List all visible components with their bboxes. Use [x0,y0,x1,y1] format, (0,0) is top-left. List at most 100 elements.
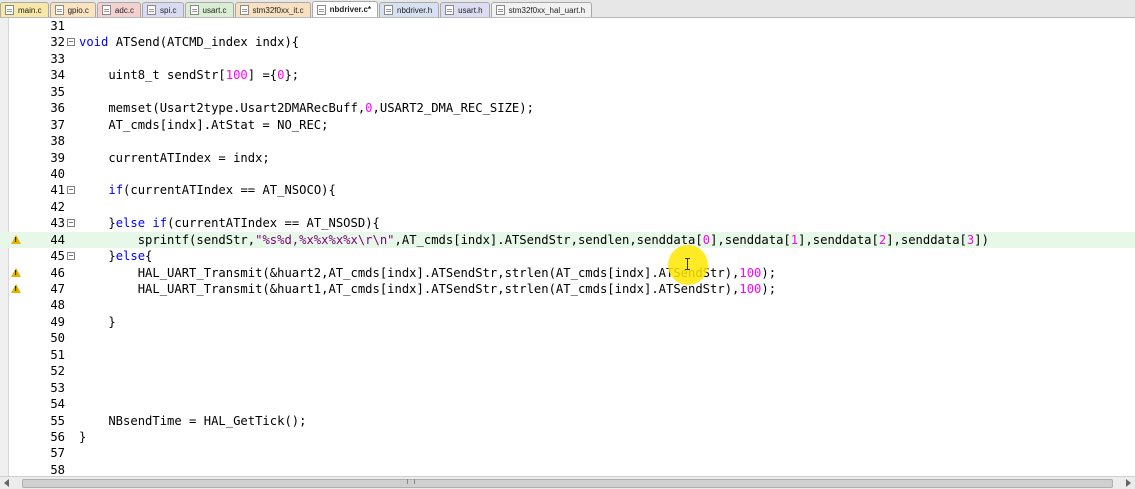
editor-tab[interactable]: spi.c [142,2,184,17]
line-number: 52 [50,364,65,379]
code-text: AT_cmds[indx].AtStat = NO_REC; [79,117,329,132]
editor-tab[interactable]: adc.c [96,2,142,17]
code-text: memset(Usart2type.Usart2DMARecBuff,0,USA… [79,101,534,116]
code-line[interactable]: 54 [0,396,1135,412]
code-line[interactable]: 39 currentATIndex = indx; [0,150,1135,166]
code-line[interactable]: 31 [0,18,1135,34]
code-line[interactable]: 32− void ATSend(ATCMD_index indx){ [0,34,1135,50]
code-line[interactable]: 55 NBsendTime = HAL_GetTick(); [0,413,1135,429]
horizontal-scrollbar[interactable] [0,476,1135,489]
line-number: 35 [50,84,65,99]
line-number: 40 [50,166,65,181]
code-line[interactable]: 34 uint8_t sendStr[100] ={0}; [0,67,1135,83]
file-icon [147,5,157,15]
code-line[interactable]: 37 AT_cmds[indx].AtStat = NO_REC; [0,117,1135,133]
line-number: 31 [50,19,65,33]
scrollbar-grip-icon [407,479,415,484]
editor-tab[interactable]: nbdriver.c* [311,1,379,17]
file-icon [54,5,64,15]
line-number: 46 [50,265,65,280]
code-text: uint8_t sendStr[100] ={0}; [79,68,300,83]
fold-toggle-icon[interactable]: − [67,38,75,47]
tab-label: stm32f0xx_hal_uart.h [508,5,586,15]
line-number: 57 [50,446,65,461]
code-line[interactable]: 45− }else{ [0,248,1135,264]
warning-icon[interactable] [11,284,21,293]
file-icon [445,5,455,15]
fold-toggle-icon[interactable]: − [67,186,75,195]
code-line[interactable]: 57 [0,445,1135,461]
editor-tab[interactable]: usart.h [440,2,490,17]
editor-tab[interactable]: stm32f0xx_it.c [234,2,311,17]
code-line[interactable]: 38 [0,133,1135,149]
warning-icon[interactable] [11,234,21,244]
file-icon [316,4,326,15]
code-line[interactable]: 48 [0,297,1135,313]
tab-label: stm32f0xx_it.c [252,5,304,15]
code-line[interactable]: 50 [0,330,1135,346]
line-number: 43 [50,216,65,231]
editor-tab[interactable]: usart.c [184,2,234,17]
line-number: 36 [50,101,65,116]
code-line[interactable]: 42 [0,199,1135,215]
editor-tab[interactable]: stm32f0xx_hal_uart.h [490,2,593,17]
tab-label: spi.c [160,5,177,15]
mouse-highlight [668,245,708,285]
code-text: void ATSend(ATCMD_index indx){ [79,35,300,50]
line-number: 38 [50,134,65,149]
code-line[interactable]: 36 memset(Usart2type.Usart2DMARecBuff,0,… [0,100,1135,116]
tab-label: usart.c [202,5,227,15]
code-text: sprintf(sendStr,"%s%d,%x%x%x%x\r\n",AT_c… [79,232,989,247]
code-line[interactable]: 51 [0,347,1135,363]
code-line[interactable]: 43− }else if(currentATIndex == AT_NSOSD)… [0,215,1135,231]
code-text: NBsendTime = HAL_GetTick(); [79,413,307,428]
code-text: HAL_UART_Transmit(&huart1,AT_cmds[indx].… [79,282,777,296]
code-line[interactable]: 49 } [0,314,1135,330]
code-line[interactable]: 47 HAL_UART_Transmit(&huart1,AT_cmds[ind… [0,281,1135,297]
line-number: 53 [50,380,65,395]
code-line[interactable]: 56} [0,429,1135,445]
line-number: 32 [50,35,65,50]
line-number: 48 [50,298,65,313]
code-line[interactable]: 53 [0,380,1135,396]
code-line[interactable]: 35 [0,84,1135,100]
code-line[interactable]: 41− if(currentATIndex == AT_NSOCO){ [0,182,1135,198]
code-text: if(currentATIndex == AT_NSOCO){ [108,183,336,198]
file-icon [384,5,394,15]
file-icon [5,5,14,15]
line-number: 54 [50,397,65,412]
editor-tab[interactable]: gpio.c [49,2,96,17]
fold-toggle-icon[interactable]: − [67,252,75,261]
code-line[interactable]: 46 HAL_UART_Transmit(&huart2,AT_cmds[ind… [0,265,1135,281]
code-editor[interactable]: 31 32− void ATSend(ATCMD_index indx){33 34 … [0,18,1135,478]
editor-tab-bar: main.c gpio.c adc.c spi.c usart.c stm32f0xx_i… [0,0,1135,18]
file-icon [101,5,111,15]
line-number: 51 [50,347,65,362]
tab-label: nbdriver.c* [329,5,372,14]
line-number: 39 [50,150,65,165]
code-text: currentATIndex = indx; [79,150,270,165]
code-text: } [79,314,116,329]
code-line[interactable]: 33 [0,51,1135,67]
warning-icon[interactable] [11,267,21,277]
line-number: 37 [50,117,65,132]
code-line[interactable]: 52 [0,363,1135,379]
code-text: }else if(currentATIndex == AT_NSOSD){ [79,216,380,231]
fold-toggle-icon[interactable]: − [67,219,75,228]
code-line[interactable]: 44 sprintf(sendStr,"%s%d,%x%x%x%x\r\n",A… [0,231,1135,249]
file-icon [239,5,249,15]
scroll-left-icon[interactable] [4,479,9,487]
file-icon [495,5,505,15]
line-number: 55 [50,413,65,428]
code-line[interactable]: 40 [0,166,1135,182]
line-number: 47 [50,282,65,296]
line-number: 50 [50,331,65,346]
text-cursor-icon [685,258,690,270]
code-text: }else{ [79,249,153,264]
line-number: 56 [50,429,65,444]
code-text: } [79,429,87,444]
editor-tab[interactable]: main.c [0,2,49,17]
scroll-right-icon[interactable] [1126,479,1131,487]
editor-tab[interactable]: nbdriver.h [379,2,440,17]
scrollbar-thumb[interactable] [22,479,1113,488]
